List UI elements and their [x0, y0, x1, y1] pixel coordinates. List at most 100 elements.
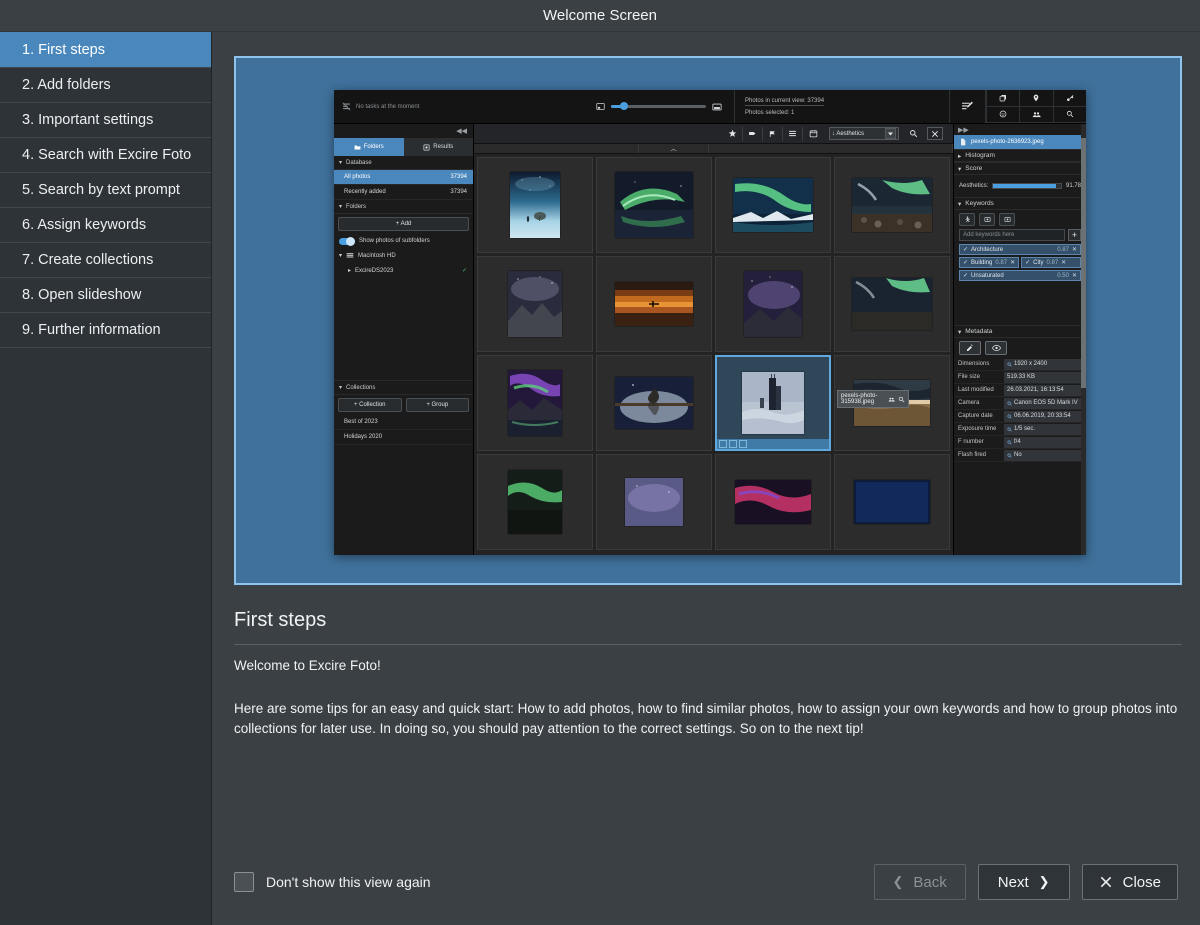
tag-icon[interactable] — [743, 127, 763, 141]
search-icon[interactable] — [1053, 107, 1086, 124]
zoom-slider[interactable] — [611, 105, 706, 108]
close-icon[interactable] — [927, 127, 943, 140]
section-metadata[interactable]: ▾ Metadata — [954, 325, 1086, 338]
new-group-button[interactable]: + Group — [406, 398, 470, 412]
collection-item[interactable]: Holidays 2020 — [334, 430, 473, 445]
photo-thumbnail[interactable] — [596, 355, 712, 451]
tab-folders[interactable]: Folders — [334, 138, 404, 156]
section-database[interactable]: ▾ Database — [334, 156, 473, 170]
photo-thumbnail[interactable] — [834, 157, 950, 253]
selected-filename-row[interactable]: pexels-photo-2636923.jpeg — [954, 135, 1086, 149]
edit-list-icon[interactable] — [950, 90, 986, 123]
search-icon[interactable] — [1007, 440, 1012, 445]
sidebar-item-7[interactable]: 7. Create collections — [0, 242, 211, 278]
photo-thumbnail[interactable] — [596, 454, 712, 550]
edit-metadata-icon[interactable] — [959, 341, 981, 355]
show-subfolders-toggle[interactable]: Show photos of subfolders — [334, 234, 473, 248]
photo-thumbnail[interactable] — [834, 256, 950, 352]
chevron-down-icon[interactable] — [885, 128, 896, 139]
new-collection-button[interactable]: + Collection — [338, 398, 402, 412]
pick-icon[interactable] — [729, 440, 737, 448]
photo-keyword-icon[interactable] — [979, 213, 995, 226]
keyword-chip[interactable]: ✓ Architecture 0.87 ✕ — [959, 244, 1081, 255]
next-button[interactable]: Next ❯ — [978, 864, 1070, 900]
photo-grid[interactable]: pexels-photo-315938.jpeg — [474, 154, 953, 555]
photo-thumbnail[interactable] — [834, 454, 950, 550]
collection-item[interactable]: Best of 2023 — [334, 415, 473, 430]
dont-show-again-checkbox[interactable]: Don't show this view again — [234, 872, 431, 892]
face-icon[interactable] — [986, 107, 1019, 124]
duplicates-icon[interactable] — [986, 90, 1019, 107]
reject-icon[interactable] — [719, 440, 727, 448]
collapse-left-icon[interactable]: ◀◀ — [334, 124, 473, 138]
sort-dropdown[interactable]: ↓ Aesthetics — [829, 127, 899, 140]
search-icon[interactable] — [905, 127, 921, 140]
photo-thumbnail[interactable] — [715, 157, 831, 253]
back-button[interactable]: ❮ Back — [874, 864, 966, 900]
remove-keyword-icon[interactable]: ✕ — [1072, 246, 1077, 253]
search-icon[interactable] — [1007, 453, 1012, 458]
search-icon[interactable] — [1007, 362, 1012, 367]
photo-thumbnail[interactable] — [715, 454, 831, 550]
keyword-chip[interactable]: ✓ City 0.87 ✕ — [1021, 257, 1081, 268]
thumbnail-actions[interactable] — [717, 439, 829, 449]
photo-thumbnail-selected[interactable] — [715, 355, 831, 451]
sidebar-item-2[interactable]: 2. Add folders — [0, 67, 211, 103]
tree-item-excireds2023[interactable]: ▸ ExcireDS2023 ✓ — [334, 263, 473, 278]
photo-thumbnail[interactable] — [596, 256, 712, 352]
location-pin-icon[interactable] — [1019, 90, 1052, 107]
sidebar-item-3[interactable]: 3. Important settings — [0, 102, 211, 138]
keyword-chip[interactable]: ✓ Building 0.87 ✕ — [959, 257, 1019, 268]
close-button[interactable]: Close — [1082, 864, 1178, 900]
search-icon[interactable] — [1007, 427, 1012, 432]
collapse-right-icon[interactable]: ▶▶ — [954, 124, 1086, 135]
right-panel-scrollbar[interactable] — [1081, 124, 1086, 555]
star-icon[interactable] — [723, 127, 743, 141]
photo-keyword-alt-icon[interactable] — [999, 213, 1015, 226]
list-icon[interactable] — [783, 127, 803, 141]
people-icon[interactable] — [1019, 107, 1052, 124]
remove-keyword-icon[interactable]: ✕ — [1010, 259, 1015, 266]
tab-results[interactable]: Results — [404, 138, 474, 156]
key-icon[interactable] — [1053, 90, 1086, 107]
keyword-chip[interactable]: ✓ Unsaturated 0.50 ✕ — [959, 270, 1081, 281]
search-icon[interactable] — [1007, 414, 1012, 419]
checkbox-box[interactable] — [234, 872, 254, 892]
photo-thumbnail[interactable] — [596, 157, 712, 253]
view-metadata-icon[interactable] — [985, 341, 1007, 355]
search-icon[interactable] — [1007, 401, 1012, 406]
calendar-icon[interactable] — [803, 127, 823, 141]
photo-thumbnail[interactable] — [477, 256, 593, 352]
section-collections[interactable]: ▾ Collections — [334, 381, 473, 395]
sidebar-item-8[interactable]: 8. Open slideshow — [0, 277, 211, 313]
sidebar-item-4[interactable]: 4. Search with Excire Foto — [0, 137, 211, 173]
remove-keyword-icon[interactable]: ✕ — [1061, 259, 1066, 266]
remove-keyword-icon[interactable]: ✕ — [1072, 272, 1077, 279]
tree-item-macintosh-hd[interactable]: ▾ Macintosh HD — [334, 248, 473, 263]
collapse-filter-icon[interactable]: ︿ — [639, 144, 709, 153]
sidebar-item-9[interactable]: 9. Further information — [0, 312, 211, 348]
db-row-recently-added[interactable]: Recently added 37394 — [334, 185, 473, 200]
section-folders[interactable]: ▾ Folders — [334, 200, 473, 214]
section-score[interactable]: ▾ Score — [954, 162, 1086, 175]
person-keyword-icon[interactable] — [959, 213, 975, 226]
thumb-size-control[interactable] — [584, 90, 734, 123]
sidebar-item-6[interactable]: 6. Assign keywords — [0, 207, 211, 243]
photo-thumbnail[interactable] — [477, 157, 593, 253]
sidebar-item-5[interactable]: 5. Search by text prompt — [0, 172, 211, 208]
section-histogram[interactable]: ▸ Histogram — [954, 149, 1086, 162]
photo-thumbnail[interactable]: pexels-photo-315938.jpeg — [834, 355, 950, 451]
flag-icon[interactable] — [763, 127, 783, 141]
photo-thumbnail[interactable] — [715, 256, 831, 352]
add-keyword-button[interactable]: + — [1068, 229, 1081, 241]
toggle-switch[interactable] — [339, 238, 355, 245]
section-keywords[interactable]: ▾ Keywords — [954, 197, 1086, 210]
keyword-input[interactable]: Add keywords here — [959, 229, 1065, 241]
photos-selected-label: Photos selected: 1 — [745, 107, 949, 119]
flag-icon[interactable] — [739, 440, 747, 448]
sidebar-item-1[interactable]: 1. First steps — [0, 32, 211, 68]
db-row-all-photos[interactable]: All photos 37394 — [334, 170, 473, 185]
photo-thumbnail[interactable] — [477, 355, 593, 451]
add-folder-button[interactable]: + Add — [338, 217, 469, 231]
photo-thumbnail[interactable] — [477, 454, 593, 550]
